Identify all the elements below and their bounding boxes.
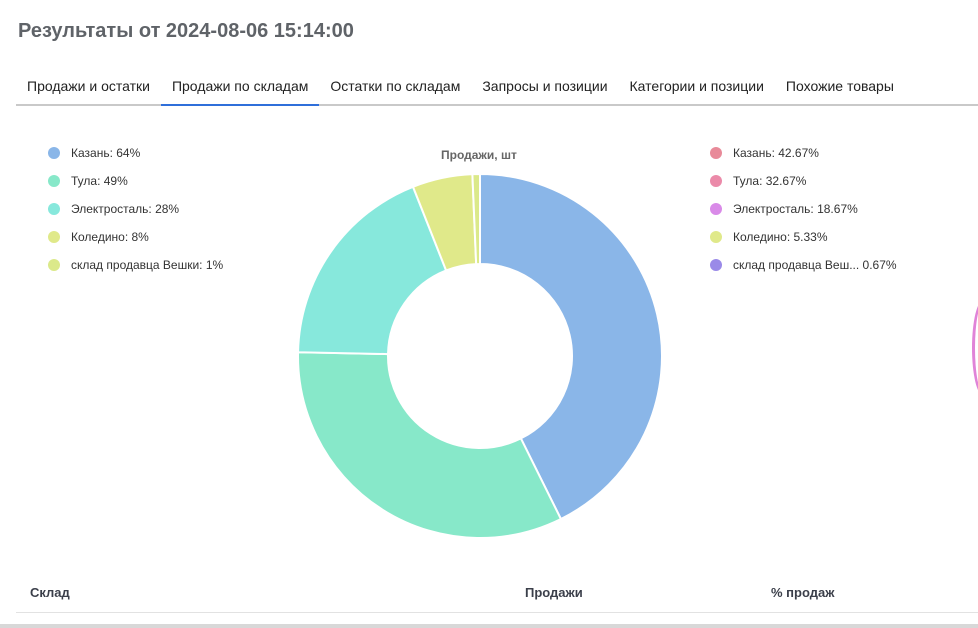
horizontal-scrollbar[interactable] — [0, 624, 978, 628]
legend-dot — [48, 203, 60, 215]
legend-label: Электросталь: 28% — [71, 202, 180, 216]
column-header-sales[interactable]: Продажи — [525, 585, 583, 600]
table-header: Склад Продажи % продаж — [16, 578, 978, 613]
legend-dot — [48, 231, 60, 243]
legend-item[interactable]: Электросталь: 28% — [48, 195, 223, 223]
legend-item[interactable]: Тула: 49% — [48, 167, 223, 195]
legend-label: Коледино: 8% — [71, 230, 149, 244]
tab-bar: Продажи и остатки Продажи по складам Ост… — [16, 70, 978, 106]
legend-item[interactable]: Коледино: 5.33% — [710, 223, 897, 251]
legend-dot — [710, 203, 722, 215]
legend-dot — [710, 147, 722, 159]
tab-sales-and-stock[interactable]: Продажи и остатки — [16, 70, 161, 104]
page-title: Результаты от 2024-08-06 15:14:00 — [18, 20, 354, 42]
tab-stock-by-warehouse[interactable]: Остатки по складам — [319, 70, 471, 104]
column-header-sales-percent[interactable]: % продаж — [771, 585, 834, 600]
legend-label: Тула: 32.67% — [733, 174, 807, 188]
legend-label: Тула: 49% — [71, 174, 128, 188]
legend-dot — [710, 175, 722, 187]
legend-label: склад продавца Вешки: 1% — [71, 258, 224, 272]
legend-label: Казань: 64% — [71, 146, 141, 160]
donut-slice[interactable] — [297, 351, 563, 539]
tab-categories-and-positions[interactable]: Категории и позиции — [619, 70, 775, 104]
legend-label: Казань: 42.67% — [733, 146, 819, 160]
left-legend: Казань: 64% Тула: 49% Электросталь: 28% … — [48, 139, 223, 279]
legend-dot — [48, 175, 60, 187]
legend-dot — [48, 259, 60, 271]
legend-item[interactable]: склад продавца Веш... 0.67% — [710, 251, 897, 279]
legend-dot — [710, 231, 722, 243]
tab-sales-by-warehouse[interactable]: Продажи по складам — [160, 70, 320, 106]
legend-label: Электросталь: 18.67% — [733, 202, 858, 216]
tab-queries-and-positions[interactable]: Запросы и позиции — [471, 70, 618, 104]
legend-item[interactable]: Коледино: 8% — [48, 223, 223, 251]
legend-item[interactable]: склад продавца Вешки: 1% — [48, 251, 223, 279]
tab-similar-products[interactable]: Похожие товары — [775, 70, 905, 104]
offscreen-chart-edge — [972, 300, 978, 396]
column-header-warehouse[interactable]: Склад — [30, 585, 70, 600]
legend-item[interactable]: Электросталь: 18.67% — [710, 195, 897, 223]
chart-title: Продажи, шт — [441, 148, 517, 162]
legend-dot — [48, 147, 60, 159]
right-legend: Казань: 42.67% Тула: 32.67% Электросталь… — [710, 139, 897, 279]
legend-item[interactable]: Казань: 64% — [48, 139, 223, 167]
legend-item[interactable]: Тула: 32.67% — [710, 167, 897, 195]
legend-label: Коледино: 5.33% — [733, 230, 828, 244]
donut-chart — [297, 172, 663, 539]
legend-item[interactable]: Казань: 42.67% — [710, 139, 897, 167]
legend-dot — [710, 259, 722, 271]
legend-label: склад продавца Веш... 0.67% — [733, 258, 897, 272]
